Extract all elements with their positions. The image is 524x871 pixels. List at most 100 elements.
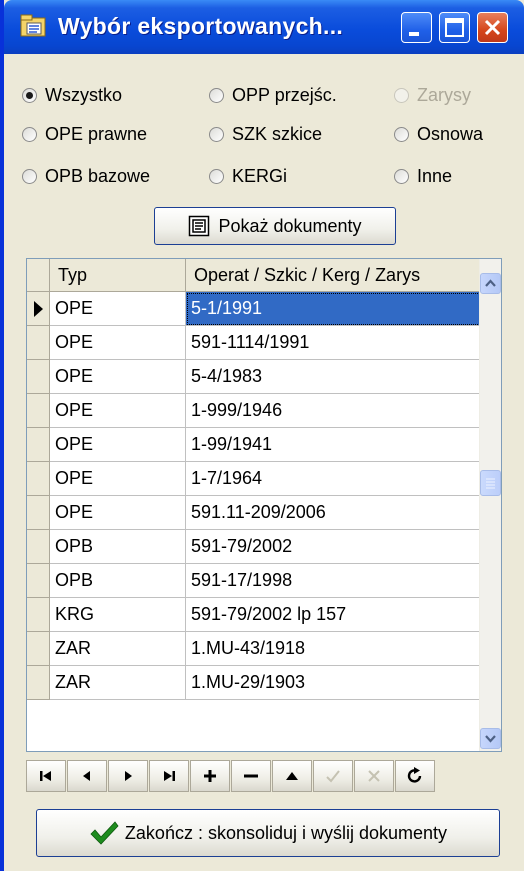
nav-edit-button[interactable]: [272, 760, 312, 792]
nav-cancel-button: [354, 760, 394, 792]
row-indicator[interactable]: [27, 326, 50, 360]
filter-radio-wszystko[interactable]: Wszystko: [22, 83, 122, 107]
cell-typ[interactable]: KRG: [50, 598, 186, 632]
maximize-icon: [445, 18, 464, 37]
table-row[interactable]: OPE 1-99/1941: [27, 428, 489, 462]
cell-typ[interactable]: OPE: [50, 360, 186, 394]
documents-grid[interactable]: Typ Operat / Szkic / Kerg / Zarys OPE 5-1…: [26, 258, 502, 752]
nav-next-button[interactable]: [108, 760, 148, 792]
radio-icon: [209, 87, 224, 103]
filter-radio-inne[interactable]: Inne: [394, 164, 452, 188]
vertical-scrollbar[interactable]: [479, 259, 501, 751]
grid-corner: [27, 259, 50, 292]
filter-label: SZK szkice: [232, 123, 323, 144]
checkmark-icon: [90, 821, 119, 845]
table-row[interactable]: OPB 591-79/2002: [27, 530, 489, 564]
cell-typ[interactable]: OPE: [50, 462, 186, 496]
cell-operat[interactable]: 591-1114/1991: [186, 326, 489, 360]
radio-icon: [22, 168, 37, 184]
scroll-down-button[interactable]: [480, 728, 501, 749]
filter-radio-osnowa[interactable]: Osnowa: [394, 122, 483, 146]
row-indicator[interactable]: [27, 530, 50, 564]
cell-typ[interactable]: OPB: [50, 564, 186, 598]
cell-operat[interactable]: 1.MU-43/1918: [186, 632, 489, 666]
table-row[interactable]: KRG 591-79/2002 lp 157: [27, 598, 489, 632]
filter-label: KERGi: [232, 165, 288, 186]
row-indicator[interactable]: [27, 564, 50, 598]
cell-operat[interactable]: 591-79/2002 lp 157: [186, 598, 489, 632]
maximize-button[interactable]: [439, 12, 470, 43]
filter-radio-kergi[interactable]: KERGi: [209, 164, 287, 188]
table-row[interactable]: OPE 591-1114/1991: [27, 326, 489, 360]
document-view-icon: [189, 215, 210, 237]
row-indicator[interactable]: [27, 666, 50, 700]
finish-send-button[interactable]: Zakończ : skonsoliduj i wyślij dokumenty: [36, 809, 500, 857]
nav-refresh-button[interactable]: [395, 760, 435, 792]
table-row[interactable]: OPE 5-4/1983: [27, 360, 489, 394]
radio-icon: [209, 126, 224, 142]
table-row[interactable]: ZAR 1.MU-43/1918: [27, 632, 489, 666]
radio-icon: [394, 87, 409, 103]
table-row[interactable]: OPE 1-999/1946: [27, 394, 489, 428]
column-header-operat[interactable]: Operat / Szkic / Kerg / Zarys: [186, 259, 489, 292]
current-row-arrow-icon: [34, 301, 43, 317]
first-icon: [40, 771, 51, 781]
cell-typ[interactable]: ZAR: [50, 666, 186, 700]
radio-icon: [394, 126, 409, 142]
nav-first-button[interactable]: [26, 760, 66, 792]
filter-radio-szk[interactable]: SZK szkice: [209, 122, 322, 146]
title-bar[interactable]: Wybór eksportowanych...: [4, 0, 524, 54]
filter-label: OPE prawne: [45, 123, 148, 144]
filter-label: Zarysy: [417, 84, 471, 105]
nav-prior-button[interactable]: [67, 760, 107, 792]
cell-operat[interactable]: 591-17/1998: [186, 564, 489, 598]
cell-operat[interactable]: 591.11-209/2006: [186, 496, 489, 530]
filter-radio-opb[interactable]: OPB bazowe: [22, 164, 150, 188]
cell-operat[interactable]: 1-7/1964: [186, 462, 489, 496]
cell-operat[interactable]: 591-79/2002: [186, 530, 489, 564]
nav-delete-button[interactable]: [231, 760, 271, 792]
row-indicator[interactable]: [27, 462, 50, 496]
cell-typ[interactable]: OPE: [50, 292, 186, 326]
filter-radio-ope[interactable]: OPE prawne: [22, 122, 147, 146]
table-row[interactable]: OPB 591-17/1998: [27, 564, 489, 598]
row-indicator[interactable]: [27, 394, 50, 428]
scroll-thumb[interactable]: [480, 470, 501, 496]
row-indicator[interactable]: [27, 292, 50, 326]
row-indicator[interactable]: [27, 428, 50, 462]
filter-radio-opp[interactable]: OPP przejśc.: [209, 83, 337, 107]
row-indicator[interactable]: [27, 360, 50, 394]
cell-operat[interactable]: 5-1/1991: [186, 292, 489, 326]
cell-operat[interactable]: 5-4/1983: [186, 360, 489, 394]
radio-icon: [209, 168, 224, 184]
row-indicator[interactable]: [27, 632, 50, 666]
close-button[interactable]: [477, 12, 508, 43]
row-indicator[interactable]: [27, 496, 50, 530]
nav-insert-button[interactable]: [190, 760, 230, 792]
column-header-typ[interactable]: Typ: [50, 259, 186, 292]
minimize-button[interactable]: [401, 12, 432, 43]
filter-label: OPP przejśc.: [232, 84, 337, 105]
row-indicator[interactable]: [27, 598, 50, 632]
cell-typ[interactable]: ZAR: [50, 632, 186, 666]
table-row[interactable]: OPE 5-1/1991: [27, 292, 489, 326]
cell-typ[interactable]: OPE: [50, 326, 186, 360]
cell-typ[interactable]: OPE: [50, 428, 186, 462]
radio-icon: [394, 168, 409, 184]
table-row[interactable]: OPE 1-7/1964: [27, 462, 489, 496]
cell-operat[interactable]: 1-99/1941: [186, 428, 489, 462]
scroll-up-button[interactable]: [480, 273, 501, 294]
filter-radio-zarysy: Zarysy: [394, 83, 471, 107]
table-row[interactable]: OPE 591.11-209/2006: [27, 496, 489, 530]
table-row[interactable]: ZAR 1.MU-29/1903: [27, 666, 489, 700]
cell-operat[interactable]: 1.MU-29/1903: [186, 666, 489, 700]
finish-send-label: Zakończ : skonsoliduj i wyślij dokumenty: [124, 822, 448, 843]
cell-typ[interactable]: OPB: [50, 530, 186, 564]
show-documents-button[interactable]: Pokaż dokumenty: [154, 207, 396, 245]
cell-operat[interactable]: 1-999/1946: [186, 394, 489, 428]
cancel-icon: [368, 770, 380, 782]
nav-last-button[interactable]: [149, 760, 189, 792]
cell-typ[interactable]: OPE: [50, 394, 186, 428]
cell-typ[interactable]: OPE: [50, 496, 186, 530]
radio-icon: [22, 126, 37, 142]
